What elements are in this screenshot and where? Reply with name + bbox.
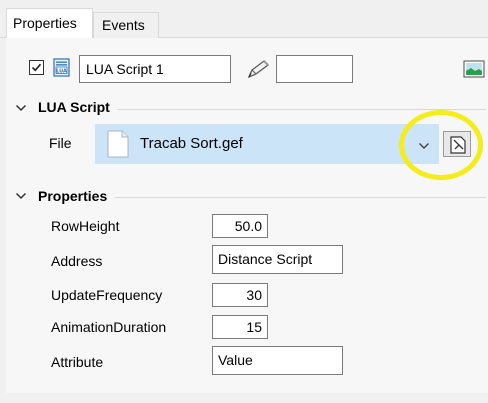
script-name-value: LUA Script 1 bbox=[86, 61, 164, 77]
svg-text:LUA: LUA bbox=[56, 69, 67, 75]
properties-section-divider bbox=[115, 197, 486, 198]
attribute-label: Attribute bbox=[51, 354, 104, 370]
browse-file-button[interactable] bbox=[443, 131, 471, 157]
file-label: File bbox=[49, 135, 72, 151]
script-name-field[interactable]: LUA Script 1 bbox=[79, 55, 231, 83]
picture-icon[interactable] bbox=[463, 60, 485, 78]
animation-duration-field[interactable]: 15 bbox=[212, 315, 268, 339]
enabled-checkbox[interactable] bbox=[29, 60, 44, 75]
file-dropdown[interactable]: Tracab Sort.gef bbox=[95, 124, 439, 164]
checkmark-icon bbox=[31, 63, 42, 72]
update-frequency-value: 30 bbox=[246, 287, 262, 303]
address-field[interactable]: Distance Script bbox=[212, 245, 343, 274]
file-icon bbox=[107, 130, 129, 158]
tab-strip: Properties Events bbox=[0, 0, 488, 39]
tab-properties[interactable]: Properties bbox=[6, 8, 93, 38]
address-label: Address bbox=[51, 253, 103, 269]
attribute-value: Value bbox=[218, 352, 253, 368]
browse-file-icon bbox=[450, 136, 466, 154]
address-value: Distance Script bbox=[218, 251, 313, 267]
properties-section-title: Properties bbox=[38, 188, 108, 204]
file-name-value: Tracab Sort.gef bbox=[140, 135, 243, 152]
properties-section-chevron-down-icon[interactable] bbox=[15, 191, 27, 201]
lua-section-title: LUA Script bbox=[38, 99, 110, 115]
properties-window: Properties Events LUA LUA Script 1 LUA S… bbox=[0, 0, 488, 403]
row-height-label: RowHeight bbox=[51, 218, 120, 234]
secondary-field[interactable] bbox=[276, 55, 353, 83]
chevron-down-icon[interactable] bbox=[418, 142, 430, 150]
update-frequency-field[interactable]: 30 bbox=[212, 283, 268, 307]
animation-duration-value: 15 bbox=[246, 319, 262, 335]
lua-script-icon: LUA bbox=[51, 58, 73, 78]
tab-events-label: Events bbox=[102, 17, 145, 33]
row-height-value: 50.0 bbox=[234, 218, 262, 234]
animation-duration-label: AnimationDuration bbox=[51, 319, 167, 335]
tab-events[interactable]: Events bbox=[93, 12, 159, 38]
lua-section-chevron-down-icon[interactable] bbox=[15, 103, 27, 113]
pencil-icon[interactable] bbox=[245, 58, 271, 80]
lua-section-divider bbox=[117, 109, 486, 110]
tab-properties-label: Properties bbox=[13, 15, 77, 31]
update-frequency-label: UpdateFrequency bbox=[51, 287, 163, 303]
row-height-field[interactable]: 50.0 bbox=[212, 214, 268, 238]
attribute-field[interactable]: Value bbox=[212, 346, 343, 375]
